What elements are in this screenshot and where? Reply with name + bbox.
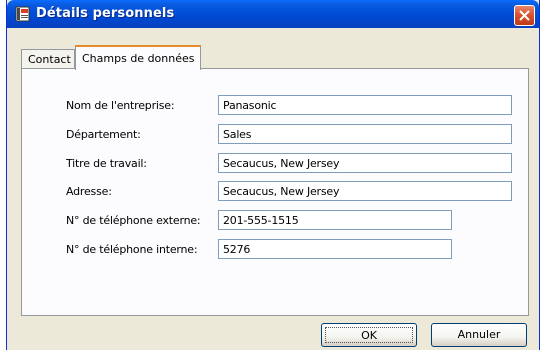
form-row-external-phone: N° de téléphone externe: 201-555-1515	[22, 210, 528, 230]
address-book-icon	[15, 6, 31, 22]
ok-button[interactable]: OK	[321, 323, 417, 347]
form-row-department: Département: Sales	[22, 124, 528, 144]
title-bar[interactable]: Détails personnels	[7, 0, 539, 28]
company-label: Nom de l'entreprise:	[66, 99, 175, 112]
job-title-label: Titre de travail:	[66, 157, 147, 170]
tab-panel-data-fields: Nom de l'entreprise: Panasonic Départeme…	[21, 68, 529, 316]
form-row-internal-phone: N° de téléphone interne: 5276	[22, 239, 528, 259]
address-label: Adresse:	[66, 185, 112, 198]
ok-button-label: OK	[325, 327, 413, 343]
external-phone-label: N° de téléphone externe:	[66, 214, 201, 227]
form-row-company: Nom de l'entreprise: Panasonic	[22, 95, 528, 115]
cancel-button[interactable]: Annuler	[431, 323, 527, 347]
dialog-window: Détails personnels Contact Champs de don…	[6, 0, 540, 350]
internal-phone-label: N° de téléphone interne:	[66, 243, 198, 256]
tab-data-fields[interactable]: Champs de données	[75, 45, 201, 70]
internal-phone-field[interactable]: 5276	[218, 239, 452, 259]
form-row-address: Adresse: Secaucus, New Jersey	[22, 181, 528, 201]
department-label: Département:	[66, 128, 141, 141]
form-row-job-title: Titre de travail: Secaucus, New Jersey	[22, 153, 528, 173]
address-field[interactable]: Secaucus, New Jersey	[218, 181, 512, 201]
tab-contact[interactable]: Contact	[21, 49, 75, 69]
window-title: Détails personnels	[36, 6, 175, 21]
job-title-field[interactable]: Secaucus, New Jersey	[218, 153, 512, 173]
close-icon	[519, 10, 530, 21]
external-phone-field[interactable]: 201-555-1515	[218, 210, 452, 230]
department-field[interactable]: Sales	[218, 124, 512, 144]
company-field[interactable]: Panasonic	[218, 95, 512, 115]
close-button[interactable]	[514, 5, 535, 26]
